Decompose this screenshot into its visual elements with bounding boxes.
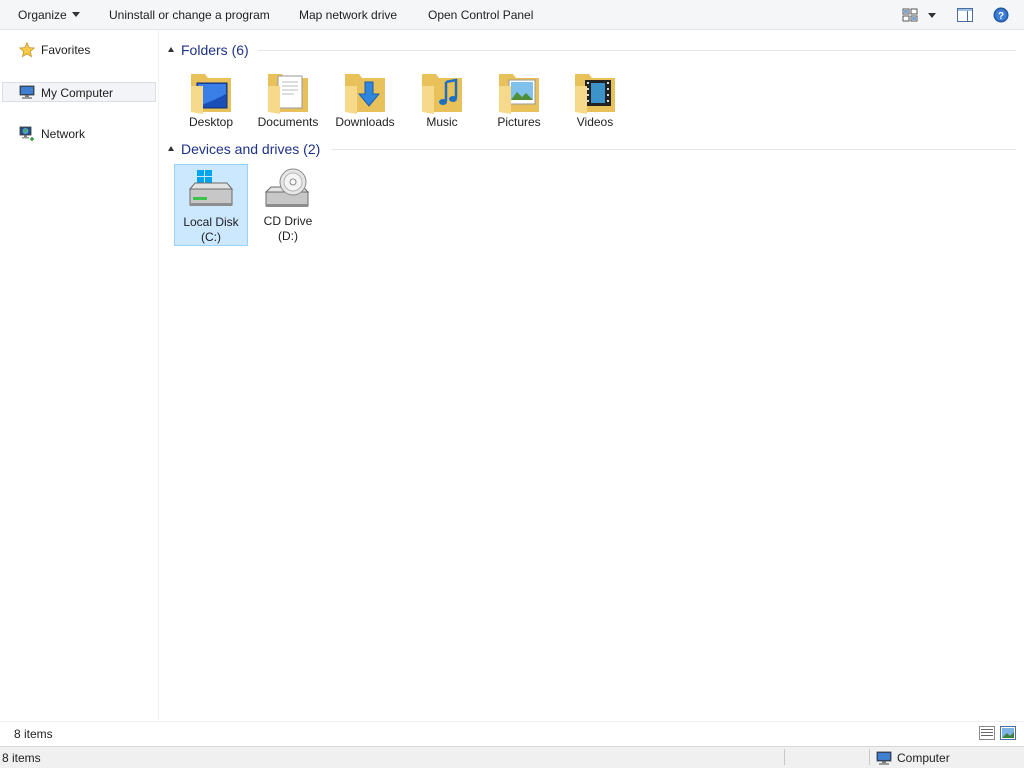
location-label: Computer [897, 751, 950, 765]
group-title-folders: Folders (6) [181, 42, 249, 58]
collapse-triangle-icon[interactable] [168, 146, 174, 151]
pictures-folder-icon [499, 74, 539, 114]
folder-label-documents: Documents [257, 115, 319, 129]
group-divider-line [332, 149, 1016, 150]
folder-label-pictures: Pictures [497, 115, 541, 129]
folder-label-desktop: Desktop [188, 115, 234, 129]
folder-label-videos: Videos [576, 115, 614, 129]
open-control-panel-button[interactable]: Open Control Panel [428, 0, 533, 30]
computer-icon [876, 750, 892, 766]
folder-downloads[interactable]: Downloads [328, 64, 402, 146]
nav-item-my-computer[interactable]: My Computer [2, 82, 156, 102]
change-view-icon[interactable] [902, 7, 918, 23]
drive-letter: (C:) [201, 230, 221, 244]
nav-label-my-computer: My Computer [41, 86, 114, 100]
help-icon[interactable]: ? [993, 7, 1009, 23]
documents-folder-icon [268, 74, 308, 114]
command-bar: Organize Uninstall or change a program M… [0, 0, 1024, 30]
pane-divider[interactable] [158, 30, 159, 720]
large-icons-view-icon[interactable] [1000, 726, 1016, 740]
nav-item-network[interactable]: Network [2, 124, 156, 144]
folder-videos[interactable]: Videos [558, 64, 632, 146]
folder-documents[interactable]: Documents [251, 64, 325, 146]
group-header-devices[interactable]: Devices and drives (2) [166, 139, 1016, 159]
collapse-triangle-icon[interactable] [168, 47, 174, 52]
folder-label-music: Music [426, 115, 458, 129]
drive-label-local-disk: Local Disk (C:) [175, 215, 247, 245]
group-divider-line [258, 50, 1016, 51]
chevron-down-icon [71, 12, 80, 17]
drive-letter: (D:) [278, 229, 298, 243]
nav-label-favorites: Favorites [41, 43, 91, 57]
uninstall-program-button[interactable]: Uninstall or change a program [109, 0, 270, 30]
cd-drive-icon [264, 168, 310, 207]
folder-music[interactable]: Music [405, 64, 479, 146]
folder-label-downloads: Downloads [335, 115, 395, 129]
preview-pane-icon[interactable] [957, 7, 973, 23]
drive-local-disk[interactable]: Local Disk (C:) [174, 164, 248, 246]
navigation-pane: Favorites My Computer Network [0, 30, 158, 720]
status-divider [784, 749, 785, 765]
status-divider [869, 749, 870, 765]
computer-icon [19, 84, 35, 100]
drive-name: CD Drive [263, 214, 313, 228]
star-icon [18, 41, 36, 58]
music-folder-icon [422, 74, 462, 114]
desktop-folder-icon [191, 74, 231, 114]
window-status-bar: 8 items Computer [0, 746, 1024, 768]
drive-label-cd: CD Drive (D:) [251, 214, 325, 244]
videos-folder-icon [575, 74, 615, 114]
folder-desktop[interactable]: Desktop [174, 64, 248, 146]
downloads-folder-icon [345, 74, 385, 114]
organize-button[interactable]: Organize [18, 0, 80, 30]
group-title-devices: Devices and drives (2) [181, 141, 321, 157]
details-view-icon[interactable] [979, 726, 995, 740]
details-status-bar: 8 items [0, 721, 1024, 746]
map-network-drive-button[interactable]: Map network drive [299, 0, 397, 30]
group-header-folders[interactable]: Folders (6) [166, 40, 1016, 60]
network-icon [19, 126, 35, 142]
organize-label: Organize [18, 8, 67, 22]
item-count-lower: 8 items [2, 751, 41, 765]
view-options-caret-icon[interactable] [926, 7, 942, 23]
folder-pictures[interactable]: Pictures [482, 64, 556, 146]
drive-name: Local Disk [183, 215, 239, 229]
drive-cd[interactable]: CD Drive (D:) [251, 164, 325, 246]
item-count: 8 items [14, 727, 53, 741]
nav-label-network: Network [41, 127, 86, 141]
nav-item-favorites[interactable]: Favorites [2, 40, 156, 60]
local-disk-icon [188, 170, 234, 206]
svg-text:?: ? [998, 11, 1004, 22]
